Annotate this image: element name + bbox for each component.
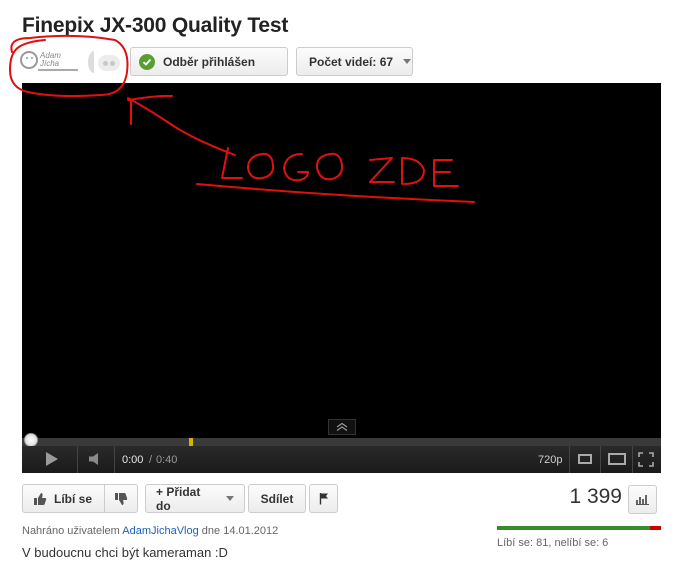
dislike-button[interactable] — [104, 484, 138, 513]
rating-text: Líbí se: 81, nelíbí se: 6 — [497, 537, 609, 549]
volume-icon[interactable] — [88, 452, 104, 466]
flag-button[interactable] — [309, 484, 338, 513]
video-player[interactable]: 0:00 / 0:40 720p — [22, 83, 661, 473]
share-button[interactable]: Sdílet — [248, 484, 306, 513]
channel-logo[interactable]: Adam Jícha — [20, 50, 82, 74]
like-button[interactable]: Líbí se — [22, 484, 105, 513]
video-count-dropdown[interactable]: Počet videí: 67 — [296, 47, 413, 76]
video-title: Finepix JX-300 Quality Test — [22, 14, 289, 37]
chevron-up-icon — [336, 422, 348, 431]
add-to-label: + Přidat do — [156, 484, 201, 513]
current-time: 0:00 — [122, 454, 144, 466]
uploader-link[interactable]: AdamJichaVlog — [122, 525, 198, 537]
share-label: Sdílet — [260, 491, 294, 506]
large-player-icon[interactable] — [608, 453, 626, 465]
video-screen[interactable] — [22, 83, 661, 438]
time-separator: / — [149, 454, 153, 466]
rating-bar — [497, 526, 661, 530]
thumbs-down-icon — [115, 492, 128, 505]
video-count-label: Počet videí: 67 — [309, 54, 394, 69]
play-icon[interactable] — [46, 452, 58, 466]
player-controls: 0:00 / 0:40 720p — [22, 446, 661, 473]
chevron-down-icon — [226, 496, 234, 501]
feed-bubble-icon — [88, 51, 126, 75]
subscribe-label: Odběr přihlášen — [163, 54, 256, 69]
upload-date: dne 14.01.2012 — [201, 525, 279, 537]
small-player-icon[interactable] — [578, 454, 592, 464]
like-label: Líbí se — [54, 491, 93, 506]
duration: 0:40 — [156, 454, 178, 466]
upload-info: Nahráno uživatelem AdamJichaVlog dne 14.… — [22, 525, 278, 537]
thumbs-up-icon — [34, 492, 47, 505]
bar-chart-icon — [636, 495, 649, 505]
upload-prefix: Nahráno uživatelem — [22, 525, 120, 537]
progress-scrubber[interactable] — [24, 433, 38, 447]
chevron-down-icon — [403, 59, 412, 64]
channel-logo-text: Adam Jícha — [40, 51, 61, 68]
expand-controls-button[interactable] — [328, 419, 356, 435]
flag-icon — [319, 493, 328, 505]
video-description: V budoucnu chci být kameraman :D — [22, 545, 228, 560]
fullscreen-icon[interactable] — [638, 452, 654, 467]
subscribe-button[interactable]: Odběr přihlášen — [130, 47, 288, 76]
smiley-icon — [20, 51, 38, 69]
stats-button[interactable] — [628, 485, 657, 514]
logo-underline — [38, 69, 78, 71]
quality-button[interactable]: 720p — [538, 454, 562, 466]
progress-bar[interactable] — [22, 438, 661, 446]
add-to-button[interactable]: + Přidat do — [145, 484, 245, 513]
view-count: 1 399 — [569, 485, 622, 508]
check-icon — [139, 53, 155, 70]
rating-fill — [497, 526, 650, 530]
progress-marker — [189, 438, 193, 446]
